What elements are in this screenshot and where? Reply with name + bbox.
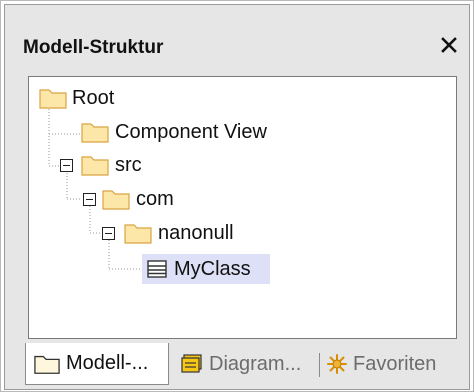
folder-icon xyxy=(34,355,60,374)
folder-icon xyxy=(124,224,152,244)
folder-icon xyxy=(81,123,109,143)
tree-node-label: Component View xyxy=(115,121,267,143)
star-icon xyxy=(327,354,347,374)
tree-node-label: src xyxy=(115,154,142,176)
model-tree-panel: Modell-Struktur Root Component View src … xyxy=(4,4,470,390)
collapse-toggle-com[interactable] xyxy=(83,193,96,206)
tab-favorites[interactable]: Favoriten xyxy=(327,343,467,385)
tree-node-label: nanonull xyxy=(158,222,234,244)
tab-diagram-tree[interactable]: Diagram... xyxy=(181,343,317,385)
tab-label: Diagram... xyxy=(209,352,302,375)
model-tree[interactable]: Root Component View src com nanonull MyC… xyxy=(28,76,457,339)
window: Modell-Struktur Root Component View src … xyxy=(0,0,474,392)
tree-node-root[interactable]: Root xyxy=(39,84,149,112)
panel-title: Modell-Struktur xyxy=(23,37,164,58)
tree-node-label: Root xyxy=(72,87,115,109)
collapse-toggle-nanonull[interactable] xyxy=(102,227,115,240)
tree-node-label: com xyxy=(136,188,174,210)
tree-node-src[interactable]: src xyxy=(81,151,161,179)
tree-node-component-view[interactable]: Component View xyxy=(81,118,331,146)
panel-titlebar: Modell-Struktur xyxy=(5,5,469,67)
diagram-icon xyxy=(181,354,202,373)
folder-icon xyxy=(81,156,109,176)
tree-node-com[interactable]: com xyxy=(102,185,192,213)
tab-model-tree[interactable]: Modell-... xyxy=(25,343,169,385)
tab-label: Favoriten xyxy=(353,352,437,375)
tab-label: Modell-... xyxy=(66,352,149,374)
collapse-toggle-src[interactable] xyxy=(60,159,73,172)
tree-node-myclass[interactable]: MyClass xyxy=(147,255,271,283)
close-icon[interactable] xyxy=(439,33,459,57)
folder-icon xyxy=(39,89,67,109)
tab-separator xyxy=(319,353,320,377)
class-icon xyxy=(147,260,167,278)
folder-icon xyxy=(102,190,130,210)
tree-connector-lines xyxy=(48,109,142,270)
tree-node-label: MyClass xyxy=(174,258,251,280)
panel-tab-bar: Modell-... Diagram... Favoriten xyxy=(5,343,469,389)
tree-node-nanonull[interactable]: nanonull xyxy=(124,219,264,247)
